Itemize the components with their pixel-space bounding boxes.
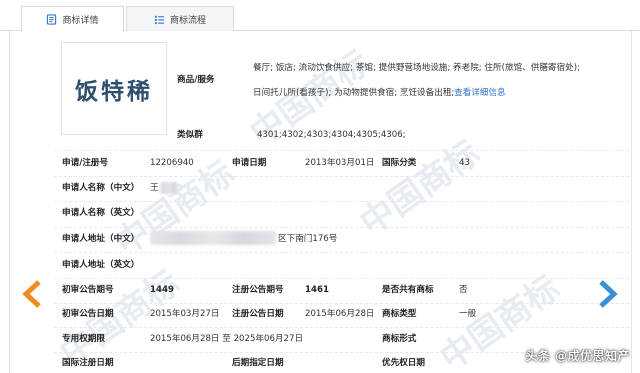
divider	[54, 252, 629, 253]
exclusive-value: 2015年06月28日 至 2025年06月27日	[150, 334, 304, 344]
exclusive-label: 专用权期限	[62, 334, 105, 344]
reg-notice-no-value: 1461	[305, 285, 329, 295]
divider	[54, 227, 629, 228]
reg-no-value: 12206940	[150, 158, 194, 168]
tab-bar: 商标详情 商标流程	[0, 0, 640, 32]
prelim-no-value: 1449	[150, 285, 174, 295]
goods-line-2: 日间托儿所(看孩子); 为动物提供食宿; 烹饪设备出租;	[253, 88, 455, 98]
tab-label: 商标详情	[62, 16, 99, 26]
similar-group-value: 4301;4302;4303;4304;4305;4306;	[257, 130, 406, 140]
prelim-date-label: 初审公告日期	[62, 309, 114, 319]
previous-arrow[interactable]	[20, 279, 44, 309]
prelim-date-value: 2015年03月27日	[150, 309, 220, 319]
applicant-en-label: 申请人名称（英文）	[62, 208, 140, 218]
goods-line-1: 餐厅; 饭店; 流动饮食供应; 茶馆; 提供野营场地设施; 养老院; 住所(旅馆…	[253, 63, 580, 73]
next-arrow[interactable]	[596, 279, 620, 309]
address-cn-value: 区下南门176号	[278, 234, 338, 244]
reg-notice-no-label: 注册公告期号	[232, 285, 284, 295]
tab-trademark-details[interactable]: 商标详情	[21, 6, 124, 32]
document-icon	[47, 14, 57, 25]
similar-group-label: 类似群	[177, 130, 203, 140]
applicant-cn-value: 王	[150, 183, 159, 193]
tm-form-label: 商标形式	[382, 334, 417, 344]
tab-trademark-process[interactable]: 商标流程	[126, 6, 234, 32]
intl-reg-date-label: 国际注册日期	[62, 358, 114, 368]
tm-type-value: 一般	[459, 309, 477, 319]
intl-class-value: 43	[459, 158, 470, 168]
divider	[54, 176, 629, 177]
tm-type-label: 商标类型	[382, 309, 417, 319]
apply-date-value: 2013年03月01日	[305, 158, 375, 168]
divider	[54, 278, 629, 279]
intl-class-label: 国际分类	[382, 158, 417, 168]
shared-label: 是否共有商标	[382, 285, 434, 295]
view-details-link[interactable]: 查看详细信息	[454, 87, 506, 99]
divider	[54, 327, 629, 328]
prelim-no-label: 初审公告期号	[62, 285, 114, 295]
reg-notice-date-label: 注册公告日期	[232, 309, 284, 319]
trademark-image: 饭特稀	[61, 42, 167, 135]
applicant-cn-label: 申请人名称（中文）	[62, 183, 140, 193]
shared-value: 否	[459, 285, 468, 295]
tab-label: 商标流程	[169, 16, 206, 26]
divider	[54, 303, 629, 304]
redacted-name	[160, 182, 178, 194]
apply-date-label: 申请日期	[232, 158, 267, 168]
goods-label: 商品/服务	[177, 75, 215, 85]
redacted-address	[150, 231, 276, 245]
list-icon	[154, 15, 165, 25]
divider	[54, 201, 629, 202]
reg-notice-date-value: 2015年06月28日	[305, 309, 375, 319]
reg-no-label: 申请/注册号	[62, 158, 109, 168]
divider	[54, 150, 629, 151]
later-date-label: 后期指定日期	[232, 358, 284, 368]
priority-label: 优先权日期	[382, 358, 425, 368]
trademark-logo-text: 饭特稀	[75, 77, 153, 105]
address-en-label: 申请人地址（英文）	[62, 260, 140, 270]
source-watermark: 头条 @成优思知产	[525, 349, 630, 363]
address-cn-label: 申请人地址（中文）	[62, 234, 140, 244]
